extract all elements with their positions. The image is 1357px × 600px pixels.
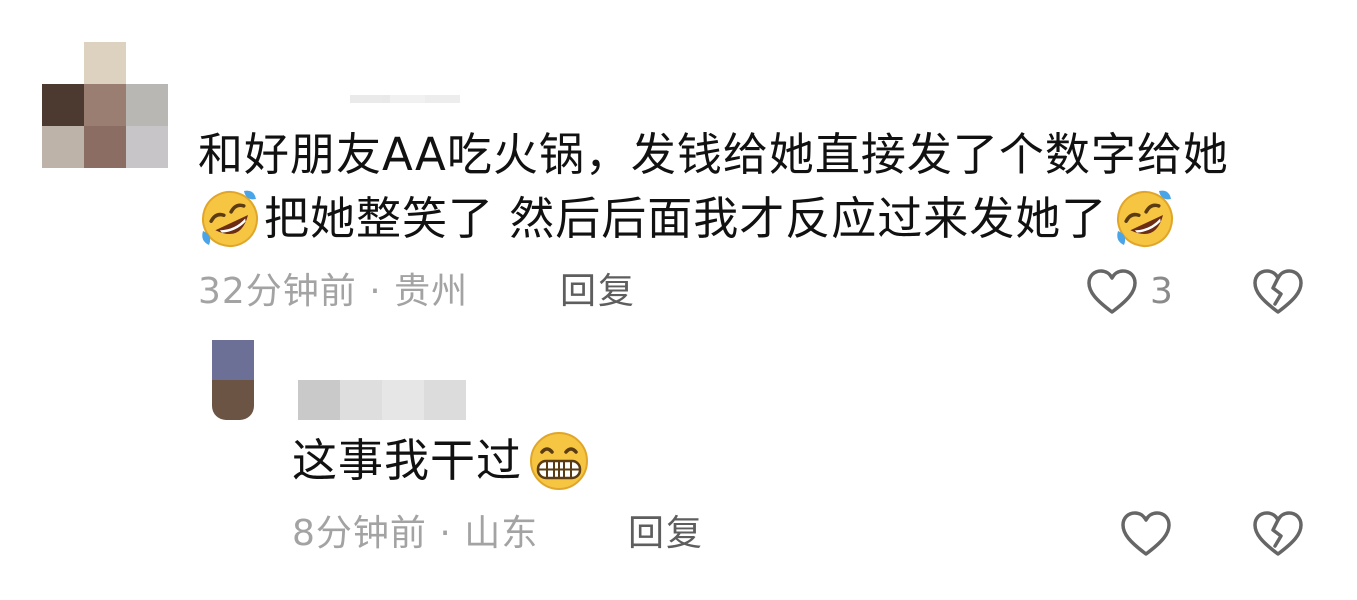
username-blurred[interactable] [350,95,460,103]
reply-button[interactable]: 回复 [628,512,704,556]
comment-location: 贵州 [394,271,469,312]
rolling-on-floor-laughing-emoji [202,190,258,247]
comment-text-line-1: 和好朋友AA吃火锅，发钱给她直接发了个数字给她 [198,128,1229,181]
comment-location: 山东 [464,513,539,554]
comment-meta: 32分钟前 · 贵州 [198,270,468,314]
broken-heart-icon[interactable] [1252,510,1304,558]
reply-text-content: 这事我干过 [292,434,523,487]
username-blurred[interactable] [298,380,466,420]
rolling-on-floor-laughing-emoji [1117,190,1174,247]
meta-separator: · [439,513,452,554]
reply-button[interactable]: 回复 [560,270,636,314]
avatar[interactable] [212,340,254,420]
like-count: 3 [1150,271,1173,312]
heart-outline-icon[interactable] [1120,510,1172,558]
comment-text-line-2-content: 把她整笑了 然后后面我才反应过来发她了 [264,192,1108,245]
comment-text-line-2: 把她整笑了 然后后面我才反应过来发她了 [198,190,1177,251]
reply-text: 这事我干过 [292,432,590,492]
comment-time: 8分钟前 [292,513,427,554]
comment-time: 32分钟前 [198,271,357,312]
avatar[interactable] [42,42,168,168]
heart-outline-icon[interactable] [1086,268,1138,316]
broken-heart-icon[interactable] [1252,268,1304,316]
grinning-face-emoji [530,432,589,490]
reply-meta: 8分钟前 · 山东 [292,512,538,556]
meta-separator: · [369,271,382,312]
